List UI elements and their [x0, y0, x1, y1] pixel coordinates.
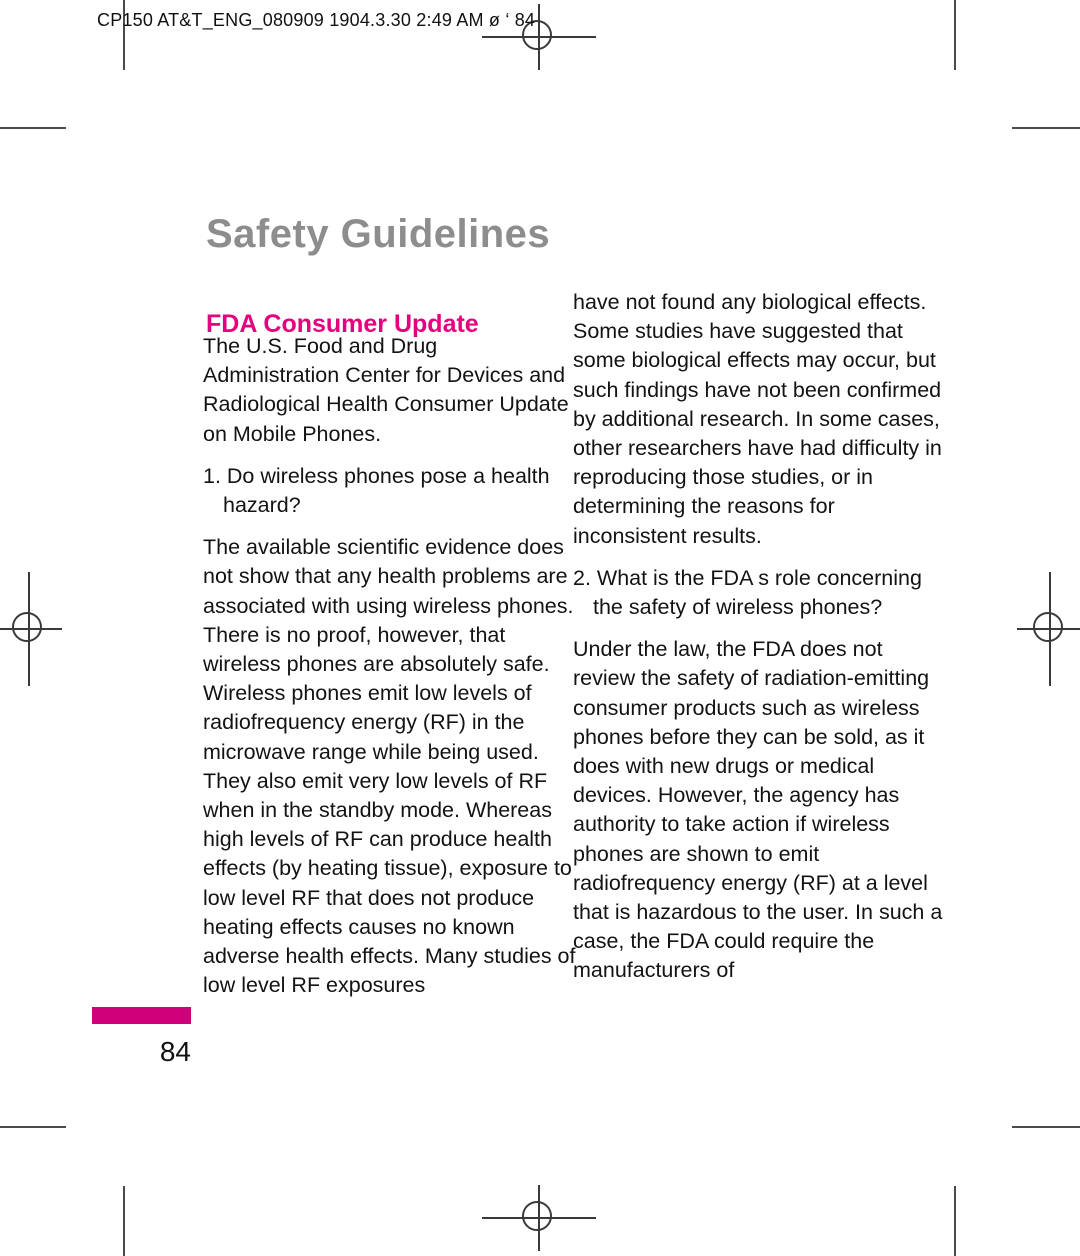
answer-1-continued: have not found any biological effects. S… — [573, 290, 942, 548]
registration-mark-left-center — [0, 572, 62, 686]
crop-mark-bottom-left-vertical — [123, 1186, 125, 1256]
question-2: 2. What is the FDA s role concerning the… — [573, 565, 922, 620]
question-1: 1. Do wireless phones pose a health haza… — [203, 463, 550, 518]
page-title: Safety Guidelines — [206, 211, 551, 256]
registration-ring-icon — [1033, 612, 1063, 642]
body-column-left: The U.S. Food and Drug Administration Ce… — [203, 332, 577, 1000]
page-accent-bar — [92, 1007, 191, 1024]
answer-1: The available scientific evidence does n… — [203, 535, 576, 998]
page-number: 84 — [159, 1036, 191, 1067]
crop-mark-bottom-left-horizontal — [0, 1126, 66, 1128]
answer-2: Under the law, the FDA does not review t… — [573, 637, 943, 983]
crop-mark-top-right-vertical — [954, 0, 956, 70]
crop-mark-bottom-right-horizontal — [1012, 1126, 1080, 1128]
crop-mark-top-left-horizontal — [0, 127, 66, 129]
print-header-stamp: CP150 AT&T_ENG_080909 1904.3.30 2:49 AM … — [97, 10, 536, 30]
registration-mark-bottom-center — [482, 1185, 596, 1251]
registration-ring-icon — [522, 1201, 552, 1231]
registration-mark-right-center — [1017, 572, 1080, 686]
crop-mark-bottom-right-vertical — [954, 1186, 956, 1256]
paragraph-intro: The U.S. Food and Drug Administration Ce… — [203, 334, 569, 446]
crop-mark-top-right-horizontal — [1012, 127, 1080, 129]
registration-ring-icon — [12, 612, 42, 642]
body-column-right: have not found any biological effects. S… — [573, 288, 947, 986]
